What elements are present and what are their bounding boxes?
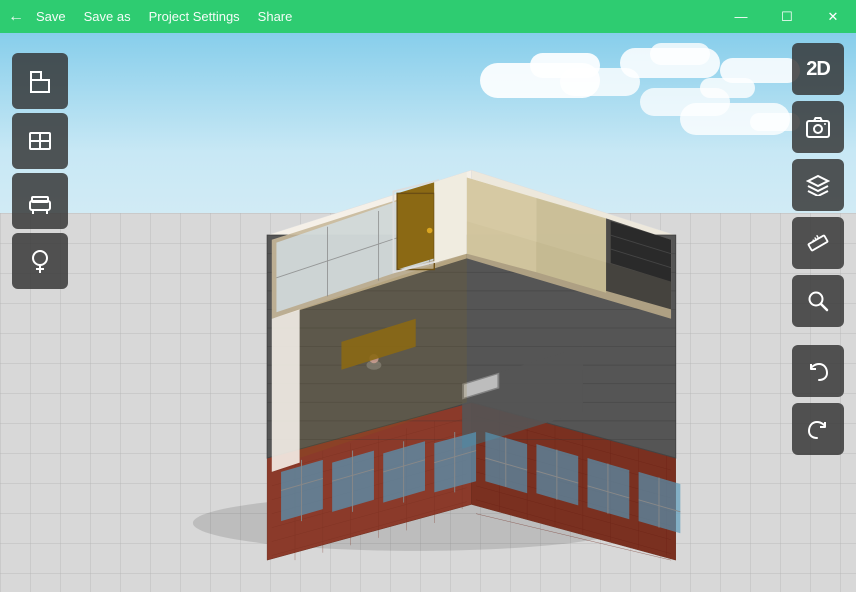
search-button[interactable] (792, 275, 844, 327)
saveas-button[interactable]: Save as (84, 9, 131, 24)
project-settings-button[interactable]: Project Settings (149, 9, 240, 24)
furniture-tool-button[interactable] (12, 173, 68, 229)
layers-button[interactable] (792, 159, 844, 211)
room-tool-button[interactable] (12, 53, 68, 109)
close-button[interactable]: ✕ (810, 0, 856, 33)
redo-button[interactable] (792, 403, 844, 455)
house-3d-view[interactable] (100, 83, 750, 573)
window-controls: — ☐ ✕ (718, 0, 856, 33)
maximize-button[interactable]: ☐ (764, 0, 810, 33)
main-viewport[interactable]: 2D (0, 33, 856, 592)
ruler-button[interactable] (792, 217, 844, 269)
right-toolbar: 2D (792, 43, 844, 455)
view-2d-button[interactable]: 2D (792, 43, 844, 95)
back-button[interactable]: ← (8, 8, 24, 26)
undo-button[interactable] (792, 345, 844, 397)
window-tool-button[interactable] (12, 113, 68, 169)
save-button[interactable]: Save (36, 9, 66, 24)
plant-tool-button[interactable] (12, 233, 68, 289)
camera-button[interactable] (792, 101, 844, 153)
share-button[interactable]: Share (258, 9, 293, 24)
titlebar: ← Save Save as Project Settings Share — … (0, 0, 856, 33)
left-toolbar (12, 53, 72, 289)
minimize-button[interactable]: — (718, 0, 764, 33)
